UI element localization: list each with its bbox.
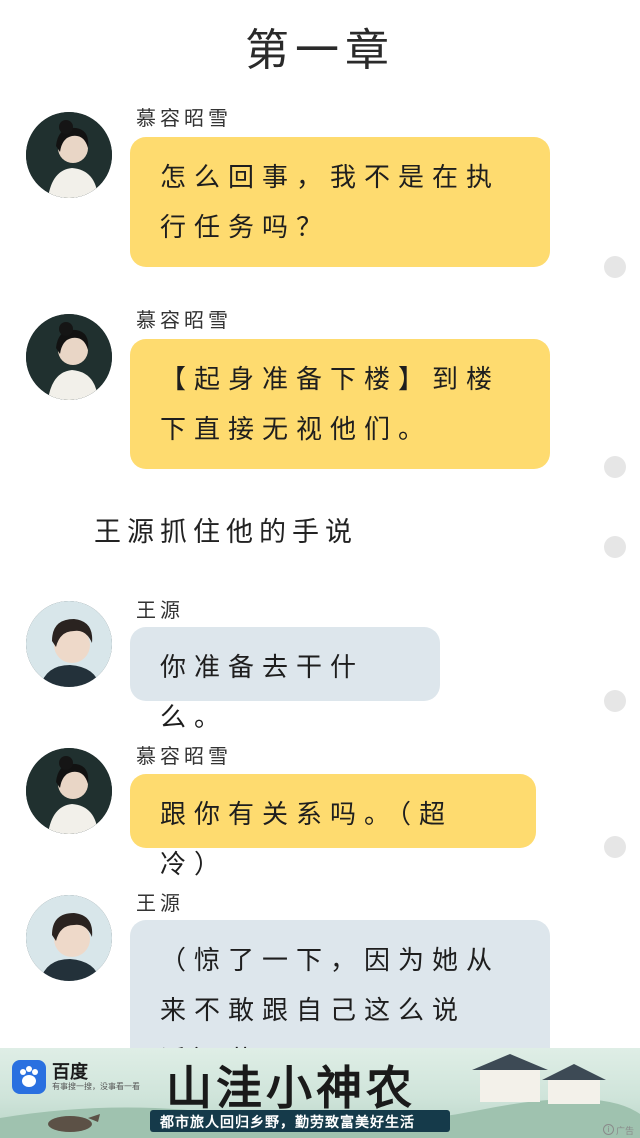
- avatar-wangyuan[interactable]: [26, 895, 112, 981]
- sender-name: 王源: [136, 598, 184, 622]
- ad-tagline: 都市旅人回归乡野，勤劳致富美好生活: [160, 1115, 415, 1131]
- narration-text: 王源抓住他的手说: [94, 517, 358, 548]
- avatar-murong[interactable]: [26, 112, 112, 198]
- side-dot[interactable]: [604, 536, 626, 558]
- boy-portrait-icon: [26, 601, 112, 687]
- chapter-title: 第一章: [245, 25, 395, 76]
- info-icon[interactable]: i: [603, 1124, 614, 1135]
- side-dot[interactable]: [604, 256, 626, 278]
- side-dot[interactable]: [604, 456, 626, 478]
- avatar-murong[interactable]: [26, 748, 112, 834]
- ad-slogan: 有事搜一搜，没事看一看: [52, 1082, 140, 1091]
- side-dot[interactable]: [604, 836, 626, 858]
- message-bubble: 【起身准备下楼】到楼下直接无视他们。: [130, 339, 550, 469]
- boy-portrait-icon: [26, 895, 112, 981]
- message-bubble: 跟你有关系吗。（超冷）: [130, 774, 536, 880]
- girl-portrait-icon: [26, 314, 112, 400]
- message-bubble: 怎么回事，我不是在执行任务吗？: [130, 137, 550, 267]
- baidu-paw-icon: [12, 1060, 46, 1094]
- avatar-wangyuan[interactable]: [26, 601, 112, 687]
- sender-name: 王源: [136, 891, 184, 915]
- avatar-murong[interactable]: [26, 314, 112, 400]
- message-bubble: 你准备去干什么。: [130, 627, 440, 733]
- ad-banner[interactable]: 百度 有事搜一搜，没事看一看 山洼小神农 都市旅人回归乡野，勤劳致富美好生活: [0, 1048, 640, 1138]
- sender-name: 慕容昭雪: [136, 308, 232, 332]
- girl-portrait-icon: [26, 748, 112, 834]
- side-dot[interactable]: [604, 690, 626, 712]
- ad-label: 广告: [616, 1127, 635, 1137]
- sender-name: 慕容昭雪: [136, 744, 232, 768]
- girl-portrait-icon: [26, 112, 112, 198]
- sender-name: 慕容昭雪: [136, 106, 232, 130]
- ad-title: 山洼小神农: [166, 1061, 416, 1115]
